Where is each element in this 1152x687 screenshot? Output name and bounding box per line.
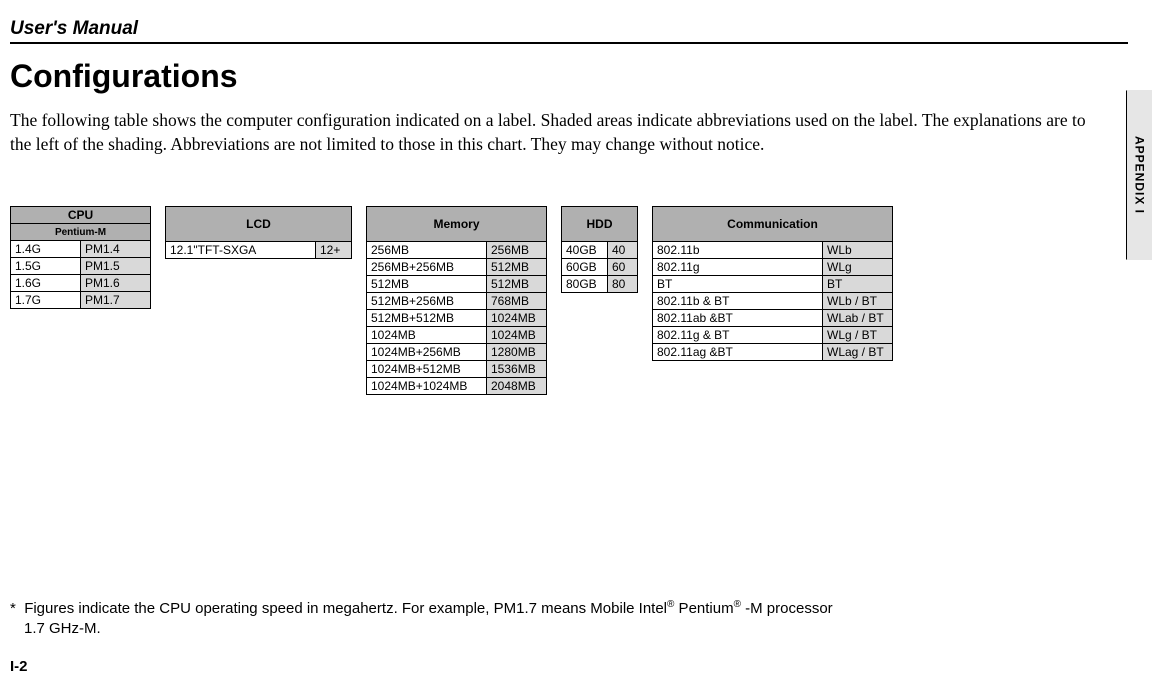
table-row: 1.5GPM1.5 — [11, 258, 151, 275]
table-row: 802.11b & BTWLb / BT — [653, 293, 893, 310]
reg-symbol: ® — [734, 599, 741, 610]
memory-table: Memory 256MB256MB 256MB+256MB512MB 512MB… — [366, 206, 547, 395]
table-row: 80GB80 — [562, 276, 638, 293]
page-header: User's Manual — [10, 18, 1128, 44]
footnote-mid: Pentium — [674, 600, 733, 617]
table-row: 1024MB+1024MB2048MB — [367, 378, 547, 395]
footnote-line2: 1.7 GHz-M. — [10, 619, 1128, 639]
table-row: 512MB+512MB1024MB — [367, 310, 547, 327]
footnote-star: * — [10, 600, 16, 617]
table-row: 802.11gWLg — [653, 259, 893, 276]
table-row: 60GB60 — [562, 259, 638, 276]
table-row: 1.6GPM1.6 — [11, 275, 151, 292]
cpu-head: CPU — [11, 207, 151, 224]
table-row: 40GB40 — [562, 242, 638, 259]
hdd-table: HDD 40GB40 60GB60 80GB80 — [561, 206, 638, 293]
table-row: 512MB+256MB768MB — [367, 293, 547, 310]
table-row: 256MB256MB — [367, 242, 547, 259]
table-row: 1024MB+512MB1536MB — [367, 361, 547, 378]
lcd-table: LCD 12.1"TFT-SXGA12+ — [165, 206, 352, 259]
hdd-head: HDD — [562, 207, 638, 242]
table-row: BTBT — [653, 276, 893, 293]
table-row: 12.1"TFT-SXGA12+ — [166, 242, 352, 259]
table-row: 1.7GPM1.7 — [11, 292, 151, 309]
memory-head: Memory — [367, 207, 547, 242]
footnote: * Figures indicate the CPU operating spe… — [10, 598, 1128, 640]
comm-table: Communication 802.11bWLb 802.11gWLg BTBT… — [652, 206, 893, 361]
cpu-subhead: Pentium-M — [11, 224, 151, 241]
table-row: 1024MB1024MB — [367, 327, 547, 344]
footnote-tail: -M processor — [741, 600, 833, 617]
table-row: 1024MB+256MB1280MB — [367, 344, 547, 361]
intro-paragraph: The following table shows the computer c… — [10, 109, 1110, 156]
table-row: 256MB+256MB512MB — [367, 259, 547, 276]
table-row: 512MB512MB — [367, 276, 547, 293]
table-row: 802.11g & BTWLg / BT — [653, 327, 893, 344]
footnote-text1: Figures indicate the CPU operating speed… — [24, 600, 667, 617]
table-row: 802.11ag &BTWLag / BT — [653, 344, 893, 361]
lcd-head: LCD — [166, 207, 352, 242]
appendix-label: APPENDIX I — [1133, 136, 1147, 214]
manual-title: User's Manual — [10, 18, 138, 40]
cpu-table: CPU Pentium-M 1.4GPM1.4 1.5GPM1.5 1.6GPM… — [10, 206, 151, 309]
table-row: 802.11ab &BTWLab / BT — [653, 310, 893, 327]
appendix-side-tab: APPENDIX I — [1126, 90, 1152, 260]
page-number: I-2 — [10, 658, 28, 675]
config-tables: CPU Pentium-M 1.4GPM1.4 1.5GPM1.5 1.6GPM… — [10, 206, 1128, 395]
table-row: 1.4GPM1.4 — [11, 241, 151, 258]
comm-head: Communication — [653, 207, 893, 242]
section-title: Configurations — [10, 58, 1128, 95]
table-row: 802.11bWLb — [653, 242, 893, 259]
